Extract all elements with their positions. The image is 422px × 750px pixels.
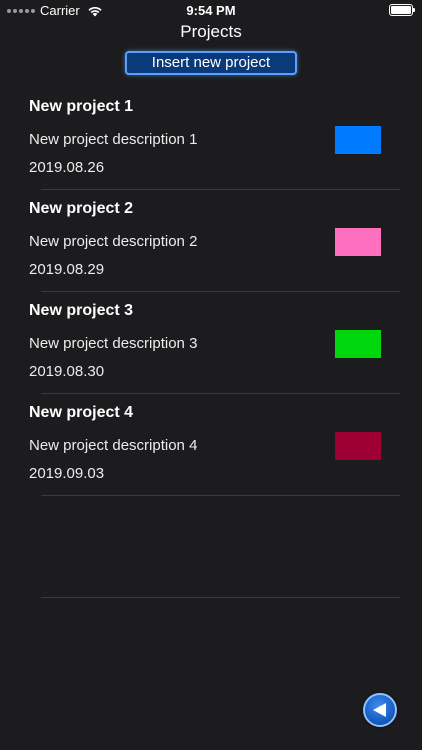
project-color-swatch [335, 432, 381, 460]
project-title: New project 1 [29, 98, 134, 115]
project-title: New project 2 [29, 200, 134, 217]
project-description: New project description 4 [29, 437, 198, 454]
project-color-swatch [335, 330, 381, 358]
back-button[interactable] [363, 693, 397, 727]
project-row[interactable]: New project 2 New project description 2 … [0, 190, 422, 292]
project-date: 2019.08.29 [29, 261, 105, 278]
project-title: New project 4 [29, 404, 134, 421]
project-date: 2019.08.30 [29, 363, 105, 380]
status-time: 9:54 PM [186, 3, 236, 18]
project-row[interactable]: New project 3 New project description 3 … [0, 292, 422, 394]
project-description: New project description 1 [29, 131, 198, 148]
row-separator [41, 495, 400, 496]
project-date: 2019.08.26 [29, 159, 105, 176]
project-description: New project description 3 [29, 335, 198, 352]
project-list: New project 1 New project description 1 … [0, 88, 422, 496]
project-description: New project description 2 [29, 233, 198, 250]
status-bar: Carrier 9:54 PM [0, 0, 422, 20]
battery-icon [389, 4, 415, 16]
project-color-swatch [335, 228, 381, 256]
project-row[interactable]: New project 4 New project description 4 … [0, 394, 422, 496]
project-date: 2019.09.03 [29, 465, 105, 482]
back-arrow-icon [373, 703, 386, 717]
project-row[interactable]: New project 1 New project description 1 … [0, 88, 422, 190]
empty-row-separator [41, 597, 400, 598]
insert-new-project-button[interactable]: Insert new project [125, 51, 297, 75]
projects-screen: Carrier 9:54 PM Projects Insert new proj… [0, 0, 422, 750]
project-title: New project 3 [29, 302, 134, 319]
page-title: Projects [180, 22, 242, 41]
project-color-swatch [335, 126, 381, 154]
